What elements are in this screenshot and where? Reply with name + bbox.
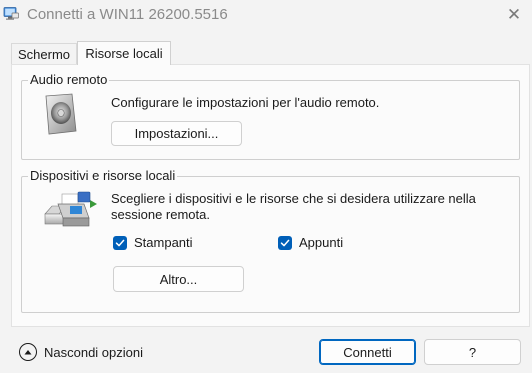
audio-settings-button[interactable]: Impostazioni...	[111, 121, 242, 146]
speaker-icon	[42, 93, 78, 135]
audio-group	[21, 80, 520, 160]
checkmark-icon	[278, 235, 292, 250]
remote-desktop-icon	[3, 6, 19, 22]
audio-description: Configurare le impostazioni per l'audio …	[111, 95, 380, 110]
chevron-up-icon	[19, 343, 37, 361]
audio-group-title: Audio remoto	[28, 72, 110, 87]
close-button[interactable]: ✕	[496, 0, 532, 30]
hide-options-label: Nascondi opzioni	[44, 344, 144, 360]
window-title: Connetti a WIN11 26200.5516	[27, 6, 228, 23]
more-button[interactable]: Altro...	[113, 266, 244, 292]
tab-label: Schermo	[17, 46, 71, 62]
printers-label: Stampanti	[134, 235, 193, 250]
printers-checkbox[interactable]: Stampanti	[113, 235, 193, 250]
tab-risorse-locali[interactable]: Risorse locali	[77, 41, 171, 65]
devices-group-title: Dispositivi e risorse locali	[28, 168, 178, 183]
devices-description-line1: Scegliere i dispositivi e le risorse che…	[111, 191, 476, 206]
title-bar: Connetti a WIN11 26200.5516 ✕	[0, 0, 532, 30]
hide-options-toggle[interactable]: Nascondi opzioni	[19, 343, 143, 361]
checkmark-icon	[113, 235, 127, 250]
help-button[interactable]: ?	[424, 339, 521, 365]
tab-label: Risorse locali	[85, 46, 163, 61]
devices-description-line2: sessione remota.	[111, 207, 210, 222]
close-icon: ✕	[506, 5, 522, 24]
tab-schermo[interactable]: Schermo	[11, 43, 77, 64]
clipboard-label: Appunti	[299, 235, 344, 250]
connect-button[interactable]: Connetti	[319, 339, 416, 365]
clipboard-checkbox[interactable]: Appunti	[278, 235, 343, 250]
printer-icon	[42, 190, 98, 230]
